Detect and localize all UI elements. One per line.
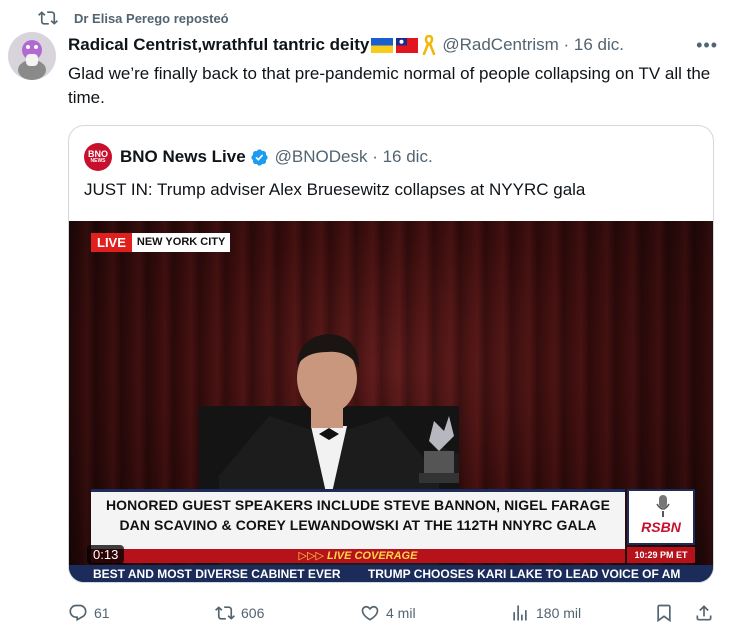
taiwan-flag-icon xyxy=(396,37,419,53)
views-icon xyxy=(513,605,527,621)
reply-count: 61 xyxy=(94,605,110,621)
ticker-item: BEST AND MOST DIVERSE CABINET EVER xyxy=(93,567,341,581)
location-label: NEW YORK CITY xyxy=(131,233,231,252)
repost-text: Dr Elisa Perego reposteó xyxy=(74,10,229,26)
verified-icon xyxy=(251,148,268,166)
lower-third-line-2: DAN SCAVINO & COREY LEWANDOWSKI AT THE 1… xyxy=(119,517,597,533)
ribbon-icon xyxy=(423,35,436,55)
live-coverage-bar: ▷▷▷ LIVE COVERAGE xyxy=(91,549,625,563)
broadcast-time: 10:29 PM ET xyxy=(627,547,695,563)
repost-icon xyxy=(38,11,58,25)
repost-icon xyxy=(215,606,235,620)
news-ticker: BEST AND MOST DIVERSE CABINET EVER TRUMP… xyxy=(69,565,713,582)
lower-third-line-1: HONORED GUEST SPEAKERS INCLUDE STEVE BAN… xyxy=(105,497,611,513)
bookmark-button[interactable] xyxy=(654,598,674,628)
author-handle-text: @RadCentrism xyxy=(442,35,559,54)
microphone-icon xyxy=(656,495,670,517)
more-icon[interactable]: ••• xyxy=(696,35,718,56)
avatar[interactable] xyxy=(8,32,56,80)
repost-context[interactable]: Dr Elisa Perego reposteó xyxy=(38,8,229,28)
action-bar: 61 606 4 mil 180 mil xyxy=(68,598,718,628)
quote-author-handle[interactable]: @BNODesk · 16 dic. xyxy=(275,147,433,167)
quote-tweet[interactable]: BNO NEWS BNO News Live @BNODesk · 16 dic… xyxy=(68,125,714,583)
tweet-text: Glad we’re finally back to that pre-pand… xyxy=(68,64,711,107)
views-button[interactable]: 180 mil xyxy=(510,598,581,628)
like-button[interactable]: 4 mil xyxy=(360,598,416,628)
rsbn-text: RSBN xyxy=(641,519,681,535)
repost-count: 606 xyxy=(241,605,265,621)
repost-button[interactable]: 606 xyxy=(215,598,264,628)
bookmark-icon xyxy=(657,604,671,623)
like-icon xyxy=(361,605,379,621)
author-name[interactable]: Radical Centrist,wrathful tantric deity xyxy=(68,35,369,55)
ticker-item: TRUMP CHOOSES KARI LAKE TO LEAD VOICE OF… xyxy=(367,567,681,581)
author-emojis xyxy=(371,35,436,55)
quote-handle-text: @BNODesk xyxy=(274,147,368,166)
share-icon xyxy=(696,605,712,621)
live-tag: LIVE NEW YORK CITY xyxy=(91,233,231,252)
tweet-date: 16 dic. xyxy=(573,35,624,54)
like-count: 4 mil xyxy=(386,605,416,621)
ukraine-flag-icon xyxy=(371,37,394,53)
author-handle[interactable]: @RadCentrism · 16 dic. xyxy=(442,35,624,55)
share-button[interactable] xyxy=(694,598,714,628)
video-player[interactable]: LIVE NEW YORK CITY HONORED GUEST SPEAKER… xyxy=(69,221,713,582)
bno-logo[interactable]: BNO NEWS xyxy=(84,143,112,171)
quote-date: 16 dic. xyxy=(382,147,433,166)
quote-author-name[interactable]: BNO News Live xyxy=(120,147,246,167)
views-count: 180 mil xyxy=(536,605,582,621)
reply-icon xyxy=(69,604,87,622)
live-label: LIVE xyxy=(91,233,132,252)
lower-third: HONORED GUEST SPEAKERS INCLUDE STEVE BAN… xyxy=(91,489,625,549)
video-timestamp: 0:13 xyxy=(87,545,125,564)
reply-button[interactable]: 61 xyxy=(68,598,110,628)
avatar-image xyxy=(8,32,56,80)
quote-header: BNO NEWS BNO News Live @BNODesk · 16 dic… xyxy=(84,143,433,171)
trophy-icon xyxy=(419,416,459,483)
rsbn-logo: RSBN xyxy=(627,489,695,545)
quote-text: JUST IN: Trump adviser Alex Bruesewitz c… xyxy=(84,180,586,199)
bno-logo-subtext: NEWS xyxy=(90,158,106,164)
tweet-header: Radical Centrist,wrathful tantric deity … xyxy=(68,34,718,56)
